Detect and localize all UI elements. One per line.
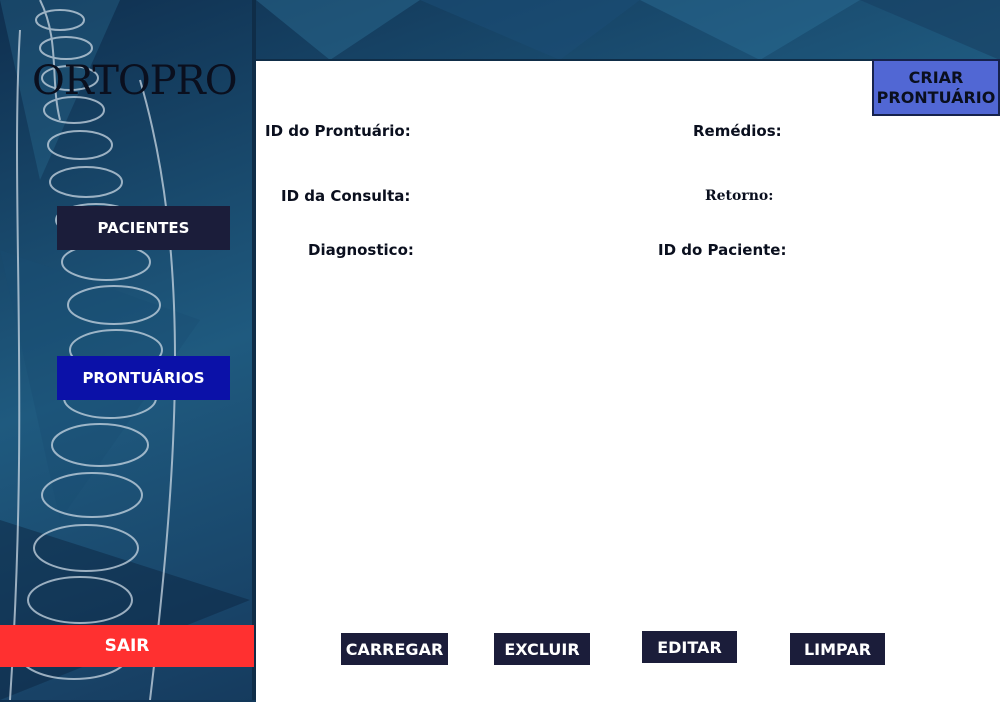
form-panel: CRIAR PRONTUÁRIO ID do Prontuário: ID da…	[256, 59, 1000, 702]
pacientes-button[interactable]: PACIENTES	[57, 206, 230, 250]
spine-illustration	[9, 0, 176, 700]
id-paciente-label: ID do Paciente:	[658, 241, 787, 259]
excluir-button[interactable]: EXCLUIR	[494, 633, 590, 665]
editar-button[interactable]: EDITAR	[642, 631, 737, 663]
id-consulta-label: ID da Consulta:	[281, 187, 411, 205]
carregar-button[interactable]: CARREGAR	[341, 633, 448, 665]
criar-prontuario-label: CRIAR PRONTUÁRIO	[877, 68, 996, 108]
criar-prontuario-button[interactable]: CRIAR PRONTUÁRIO	[872, 59, 1000, 116]
criar-label-line1: CRIAR	[908, 67, 964, 87]
prontuarios-button[interactable]: PRONTUÁRIOS	[57, 356, 230, 400]
limpar-button[interactable]: LIMPAR	[790, 633, 885, 665]
sair-button[interactable]: SAIR	[0, 625, 254, 667]
id-prontuario-label: ID do Prontuário:	[265, 122, 411, 140]
diagnostico-label: Diagnostico:	[308, 241, 414, 259]
remedios-label: Remédios:	[693, 122, 782, 140]
criar-label-line2: PRONTUÁRIO	[876, 87, 996, 107]
retorno-label: Retorno:	[705, 188, 774, 204]
app-logo: ORTOPRO	[32, 58, 238, 104]
